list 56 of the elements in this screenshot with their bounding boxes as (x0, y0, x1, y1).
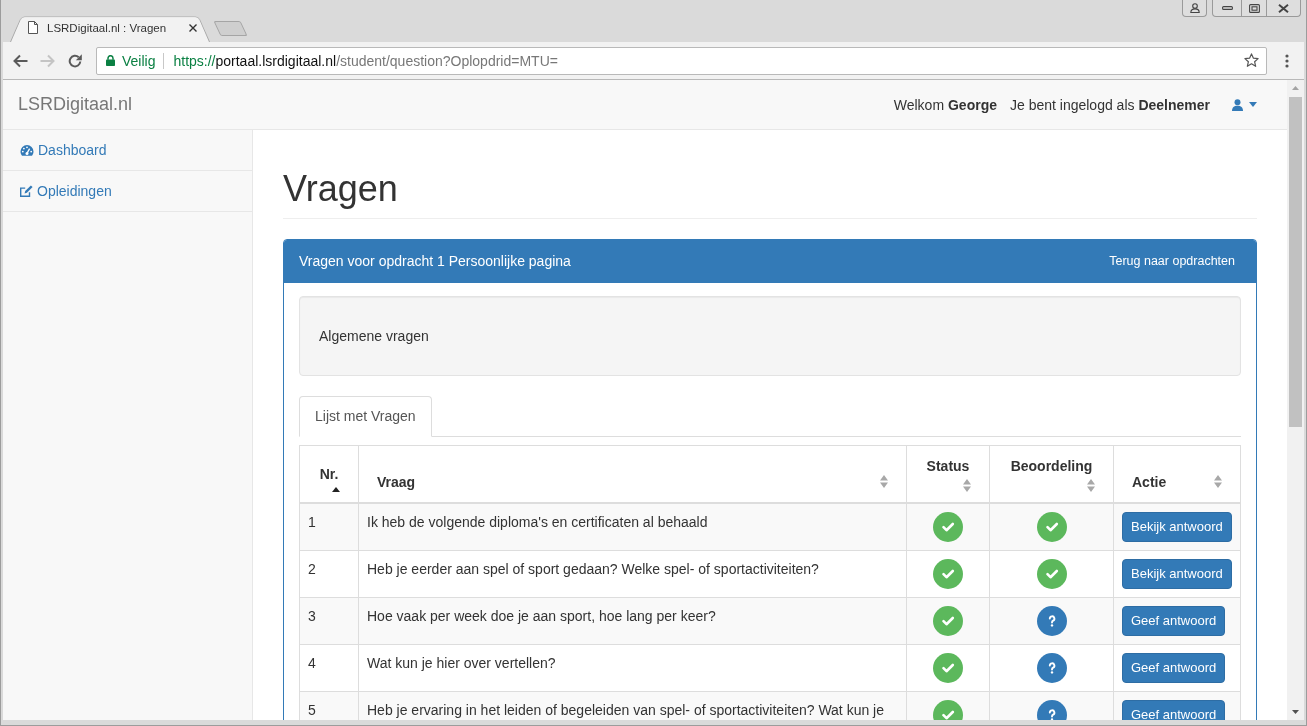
person-icon (1189, 3, 1200, 13)
role-text: Je bent ingelogd als Deelnemer (1009, 96, 1210, 113)
column-header[interactable]: Beoordeling (989, 445, 1114, 503)
table-cell: 3 (299, 597, 359, 645)
back-link[interactable]: Terug naar opdrachten (1109, 254, 1235, 269)
maximize-button[interactable] (1241, 0, 1267, 17)
minimize-button[interactable] (1212, 0, 1242, 17)
star-icon[interactable] (1244, 53, 1259, 68)
column-header[interactable]: Status (906, 445, 990, 503)
scrollbar-thumb[interactable] (1289, 97, 1302, 427)
welcome-text: Welkom George (893, 96, 997, 113)
table-cell: 1 (299, 502, 359, 551)
scroll-down-icon[interactable] (1292, 710, 1299, 714)
column-header[interactable]: Actie (1113, 445, 1241, 503)
answer-button[interactable]: Geef antwoord (1122, 605, 1226, 636)
answer-button[interactable]: Bekijk antwoord (1122, 511, 1232, 542)
table-cell: 5 (299, 691, 359, 720)
lock-icon (106, 55, 115, 66)
caret-icon[interactable] (1249, 102, 1257, 107)
page-title: Vragen (283, 169, 1257, 219)
table-cell: Heb je eerder aan spel of sport gedaan? Welke spel- of sportactiviteiten? (358, 550, 907, 598)
browser-tab[interactable]: LSRDigitaal.nl : Vragen (10, 13, 210, 42)
menu-icon[interactable] (1285, 53, 1289, 68)
edit-icon (20, 185, 33, 197)
panel-title: Vragen voor opdracht 1 Persoonlijke pagina (299, 253, 571, 270)
reload-icon[interactable] (68, 53, 82, 68)
document-icon (28, 21, 38, 34)
table-cell: Hoe vaak per week doe je aan sport, hoe lang per keer? (358, 597, 907, 645)
table-cell: Wat kun je hier over vertellen? (358, 644, 907, 692)
column-header[interactable]: Vraag (358, 445, 907, 503)
close-icon[interactable] (189, 23, 197, 32)
table-cell: Ik heb de volgende diploma's en certificaten al behaald (358, 502, 907, 551)
gauge-icon (20, 144, 34, 156)
answer-button[interactable]: Bekijk antwoord (1122, 558, 1232, 589)
table-cell: 4 (299, 644, 359, 692)
table-cell: 2 (299, 550, 359, 598)
brand-link[interactable]: LSRDigitaal.nl (18, 94, 133, 115)
url-text: https://portaal.lsrdigitaal.nl/student/question?Oplopdrid=MTU= (173, 52, 559, 69)
sort-ascending-icon[interactable] (332, 486, 340, 492)
section-title: Algemene vragen (319, 327, 429, 344)
maximize-icon (1248, 3, 1260, 13)
column-header[interactable]: Nr. (299, 445, 359, 503)
address-bar[interactable]: Veilig https://portaal.lsrdigitaal.nl/student/question?Oplopdrid=MTU= (96, 46, 1267, 75)
sidebar-item[interactable]: Opleidingen (3, 171, 252, 212)
profile-button[interactable] (1182, 0, 1207, 17)
tab[interactable]: Lijst met Vragen (299, 395, 432, 437)
sidebar-item[interactable]: Dashboard (3, 130, 252, 171)
table-cell: Heb je ervaring in het leiden of begeleiden van spel- of sportactiviteiten? Wat kun je (358, 691, 907, 720)
close-icon (1278, 3, 1289, 13)
minimize-icon (1221, 6, 1233, 10)
close-window-button[interactable] (1266, 0, 1301, 17)
answer-button[interactable]: Geef antwoord (1122, 699, 1226, 720)
user-icon[interactable] (1232, 98, 1243, 111)
answer-button[interactable]: Geef antwoord (1122, 652, 1226, 683)
back-arrow-icon[interactable] (12, 53, 28, 68)
security-label[interactable]: Veilig (122, 52, 156, 69)
